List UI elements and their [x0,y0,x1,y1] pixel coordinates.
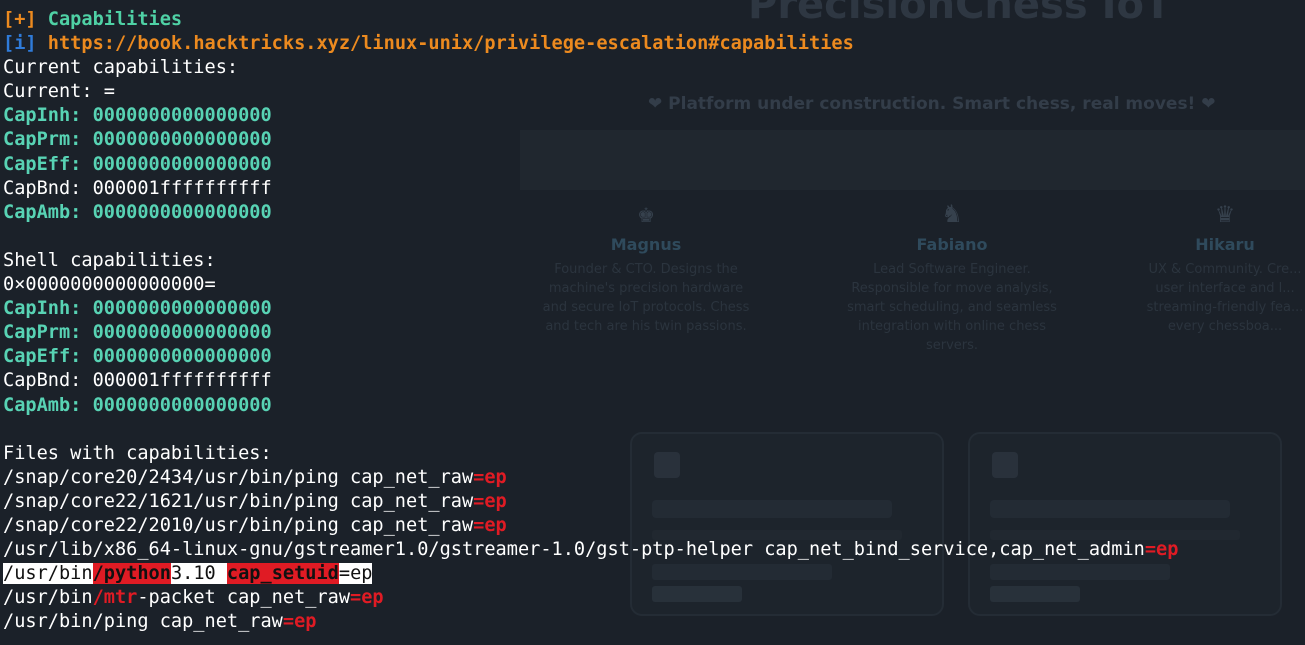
cap-name: CapEff: [3,153,82,175]
file-path: /snap/core20/2434/usr/bin/ping cap_net_r… [3,466,474,488]
cap-name: CapInh: [3,298,82,320]
shell-caps-value: 0×0000000000000000= [3,274,216,296]
info-line: [i] https://book.hacktricks.xyz/linux-un… [3,32,1178,56]
cap-value: 0000000000000000 [92,105,272,127]
cap-value: 000001ffffffffff [92,370,272,392]
cap-line-amb: CapAmb: 0000000000000000 [3,201,1178,225]
hacktricks-link[interactable]: https://book.hacktricks.xyz/linux-unix/p… [48,33,854,54]
terminal-output[interactable]: [+] Capabilities [i] https://book.hacktr… [0,0,1178,634]
shell-cap-line-prm: CapPrm: 0000000000000000 [3,321,1178,345]
cap-name: CapAmb: [3,394,82,416]
file-path: /usr/bin/ping cap_net_raw [3,611,283,633]
cap-flag: =ep [473,466,507,488]
file-path-rest: -packet cap_net_raw [137,587,351,609]
cap-value: 0000000000000000 [92,201,272,223]
cap-flag: =ep [350,587,384,609]
cap-value: 0000000000000000 [92,129,272,151]
file-path-python: /python [92,563,171,585]
shell-cap-line-amb: CapAmb: 0000000000000000 [3,394,1178,418]
cap-value: 0000000000000000 [92,153,272,175]
file-cap-entry: /usr/bin/mtr-packet cap_net_raw=ep [3,586,1178,610]
cap-name: CapBnd: [3,370,82,392]
file-path: /snap/core22/2010/usr/bin/ping cap_net_r… [3,514,474,536]
cap-line-bnd: CapBnd: 000001ffffffffff [3,177,1178,201]
cap-line-eff: CapEff: 0000000000000000 [3,153,1178,177]
cap-line-prm: CapPrm: 0000000000000000 [3,128,1178,152]
file-path-dir: /usr/bin [3,563,93,585]
shell-caps-title: Shell capabilities: [3,249,216,271]
cap-name: CapInh: [3,105,82,127]
cap-name: CapAmb: [3,201,82,223]
cap-setuid-highlight: cap_setuid [226,563,339,585]
shell-cap-line-bnd: CapBnd: 000001ffffffffff [3,369,1178,393]
shell-cap-line-inh: CapInh: 0000000000000000 [3,297,1178,321]
file-path-dir: /usr/bin [3,587,93,609]
cap-value: 0000000000000000 [92,322,272,344]
info-bracket: [i] [3,33,37,55]
cap-flag: =ep [282,611,317,633]
shell-cap-line-eff: CapEff: 0000000000000000 [3,345,1178,369]
cap-value: 0000000000000000 [92,394,272,416]
cap-name: CapPrm: [3,322,82,344]
cap-line-inh: CapInh: 0000000000000000 [3,104,1178,128]
cap-value: 000001ffffffffff [92,177,272,199]
file-cap-entry: /snap/core22/1621/usr/bin/ping cap_net_r… [3,490,1178,514]
cap-flag: =ep [473,490,507,512]
cap-flag: =ep [338,563,373,585]
section-title: Capabilities [47,9,183,30]
cap-flag: =ep [473,514,507,536]
file-path: /snap/core22/1621/usr/bin/ping cap_net_r… [3,490,474,512]
cap-value: 0000000000000000 [92,346,272,368]
file-path-version: 3.10 [170,563,227,585]
cap-name: CapBnd: [3,177,82,199]
file-path: /usr/lib/x86_64-linux-gnu/gstreamer1.0/g… [3,539,1145,561]
current-caps-value: Current: = [3,81,115,103]
file-cap-entry: /usr/bin/ping cap_net_raw=ep [3,610,1178,634]
file-cap-entry: /snap/core22/2010/usr/bin/ping cap_net_r… [3,514,1178,538]
section-header: [+] Capabilities [3,8,1178,32]
cap-name: CapEff: [3,346,82,368]
cap-name: CapPrm: [3,129,82,151]
file-cap-entry: /snap/core20/2434/usr/bin/ping cap_net_r… [3,466,1178,490]
files-caps-title: Files with capabilities: [3,442,272,464]
file-cap-entry-python-highlight: /usr/bin/python3.10 cap_setuid=ep [3,562,1178,586]
file-path-mtr: /mtr [92,587,138,609]
plus-bracket: [+] [3,9,37,30]
cap-flag: =ep [1144,539,1179,561]
file-cap-entry: /usr/lib/x86_64-linux-gnu/gstreamer1.0/g… [3,538,1178,562]
cap-value: 0000000000000000 [92,298,272,320]
current-caps-title: Current capabilities: [3,57,239,79]
